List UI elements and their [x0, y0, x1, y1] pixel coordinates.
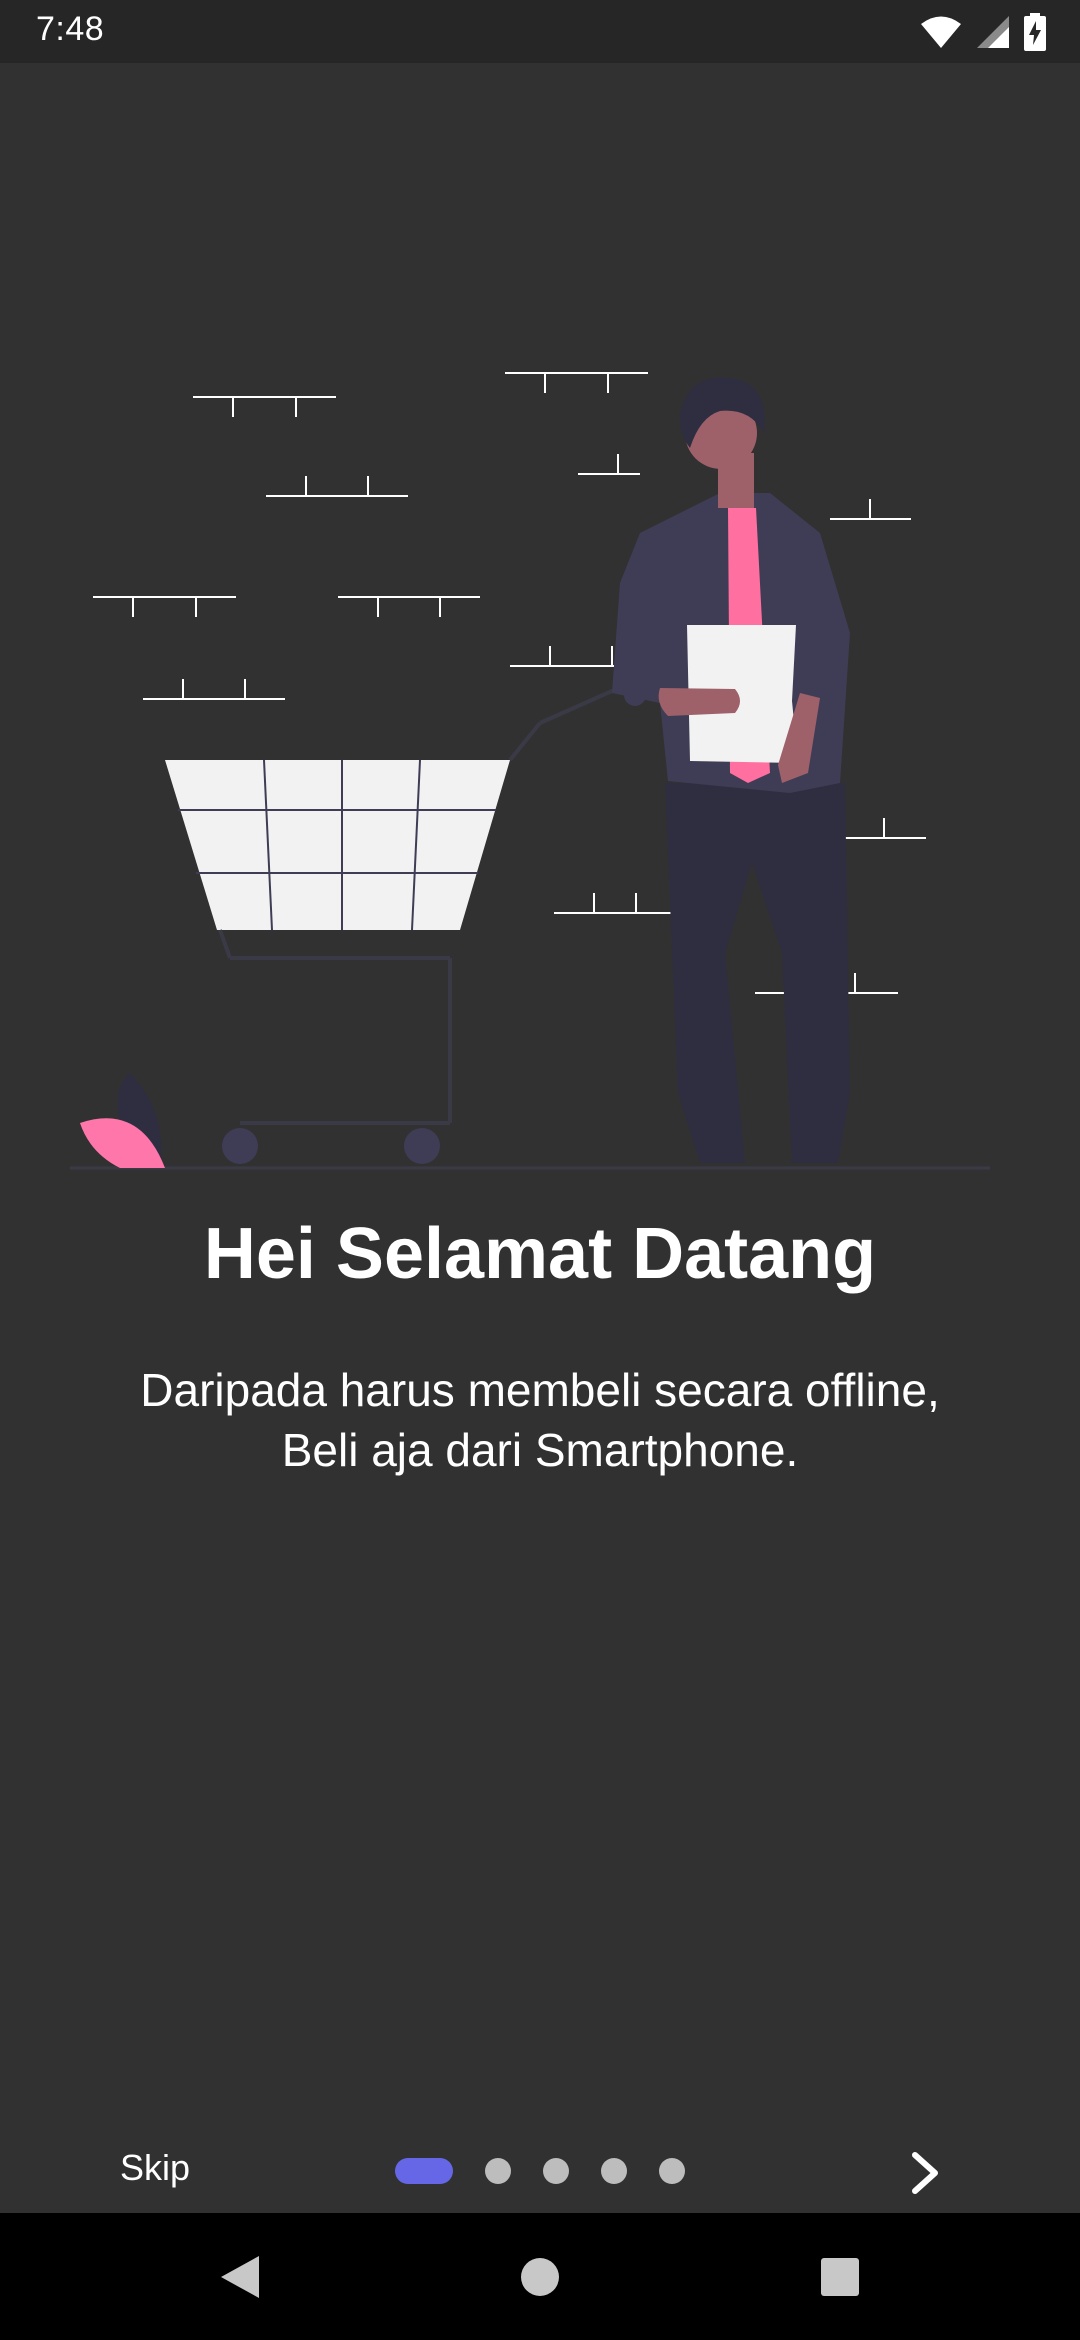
page-subtitle: Daripada harus membeli secara offline, B… — [60, 1360, 1020, 1480]
wifi-icon — [920, 15, 962, 49]
page-dot[interactable] — [485, 2158, 511, 2184]
shopping-cart-person-illustration — [70, 372, 990, 1170]
battery-charging-icon — [1024, 13, 1046, 51]
page-dot-active[interactable] — [395, 2158, 453, 2184]
recents-button[interactable] — [810, 2213, 870, 2340]
page-indicator — [395, 2157, 717, 2185]
chevron-right-icon — [912, 2152, 938, 2194]
page-dot[interactable] — [601, 2158, 627, 2184]
recents-icon — [821, 2257, 859, 2296]
home-button[interactable] — [510, 2213, 570, 2340]
page-title: Hei Selamat Datang — [203, 1214, 877, 1294]
subtitle-line-1: Daripada harus membeli secara offline, — [140, 1364, 940, 1416]
system-navigation-bar — [0, 2213, 1080, 2340]
page-dot[interactable] — [543, 2158, 569, 2184]
status-time: 7:48 — [36, 10, 105, 48]
status-bar: 7:48 — [0, 0, 1080, 63]
subtitle-line-2: Beli aja dari Smartphone. — [281, 1424, 799, 1476]
skip-button[interactable]: Skip — [120, 2147, 190, 2189]
back-icon — [221, 2255, 259, 2298]
signal-icon — [976, 15, 1010, 49]
status-icons — [920, 12, 1046, 52]
back-button[interactable] — [210, 2213, 270, 2340]
page-dot[interactable] — [659, 2158, 685, 2184]
home-icon — [521, 2257, 559, 2296]
next-button[interactable] — [895, 2143, 955, 2203]
onboarding-controls: Skip — [0, 2123, 1080, 2218]
onboarding-page: Hei Selamat Datang Daripada harus membel… — [0, 63, 1080, 2213]
